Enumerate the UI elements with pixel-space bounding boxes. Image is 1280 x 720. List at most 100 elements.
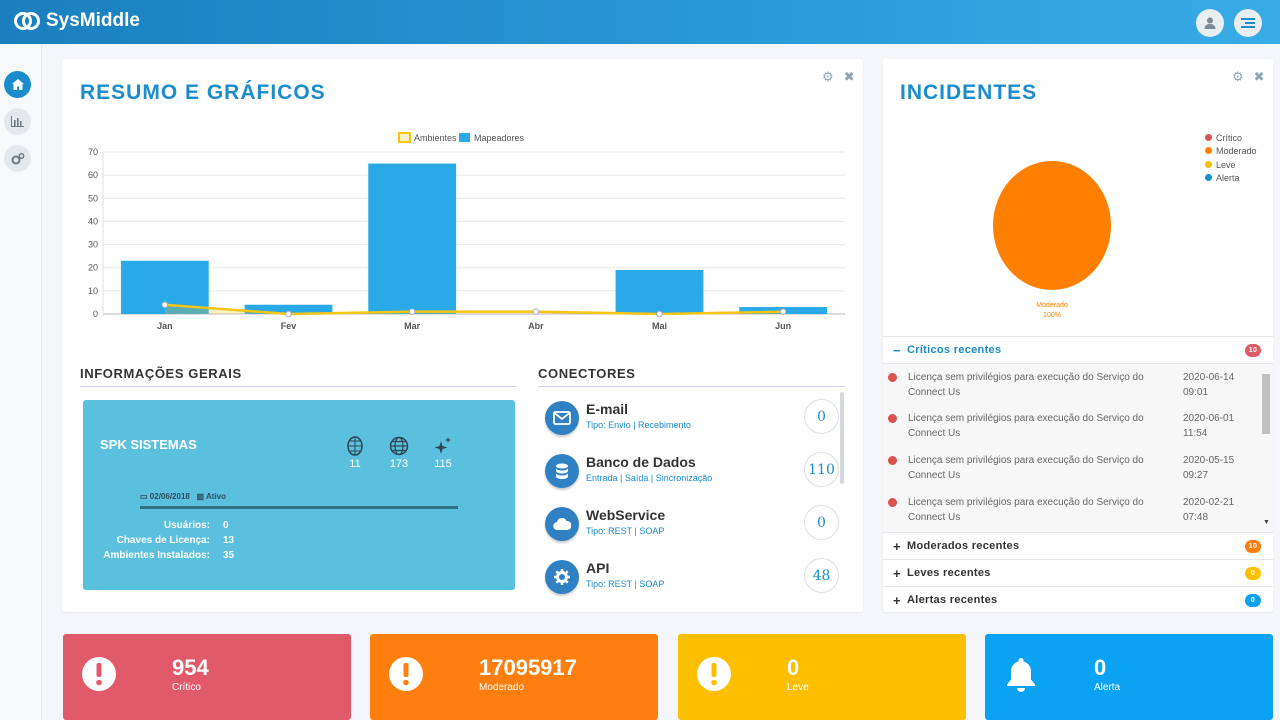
connector-type: Tipo: REST | SOAP: [586, 526, 665, 536]
alertas-recentes-header[interactable]: + Alertas recentes 0: [883, 586, 1273, 613]
globe-count: 173: [389, 458, 409, 470]
list-item[interactable]: Licença sem privilégios para execução do…: [888, 495, 1260, 529]
x-tick-label: Jan: [157, 321, 173, 331]
connector-api[interactable]: API Tipo: REST | SOAP 48: [545, 558, 840, 606]
incident-text: Licença sem privilégios para execução do…: [908, 413, 1144, 439]
list-item[interactable]: Licença sem privilégios para execução do…: [888, 370, 1260, 412]
connector-count: 110: [804, 452, 839, 487]
expand-icon: +: [893, 593, 901, 608]
bar-mai[interactable]: [615, 270, 704, 314]
stat-label: Leve: [787, 682, 809, 693]
close-icon[interactable]: ✖: [1254, 69, 1265, 85]
incident-text: Licença sem privilégios para execução do…: [908, 455, 1144, 481]
critical-dot: [888, 456, 897, 465]
incident-date: 2020-05-15: [1183, 455, 1235, 466]
alertas-badge: 0: [1245, 594, 1261, 607]
connector-type: Tipo: REST | SOAP: [586, 579, 665, 589]
brand-logo[interactable]: SysMiddle: [14, 10, 140, 32]
incident-datetime: 2020-05-15 09:27: [1183, 453, 1234, 483]
incident-date: 2020-02-21: [1183, 497, 1235, 508]
connector-webservice[interactable]: WebService Tipo: REST | SOAP 0: [545, 505, 840, 553]
incident-text: Licença sem privilégios para execução do…: [908, 497, 1144, 523]
connector-count: 0: [804, 399, 839, 434]
user-button[interactable]: [1196, 9, 1224, 37]
ambientes-point-mar[interactable]: [408, 308, 416, 315]
ambientes-point-mai[interactable]: [656, 310, 663, 318]
settings-gear-icon[interactable]: ⚙: [822, 69, 834, 85]
calendar-icon: ▭: [140, 492, 148, 501]
connector-name: E-mail: [586, 401, 629, 417]
legend-label: Leve: [1216, 159, 1236, 170]
scroll-down-arrow-icon[interactable]: ▼: [1263, 519, 1270, 526]
legend-label: Moderado: [1216, 146, 1257, 157]
connector-type: Tipo: Envio | Recebimento: [586, 420, 692, 430]
resumo-title: RESUMO E GRÁFICOS: [80, 81, 326, 104]
x-tick-label: Mar: [404, 321, 421, 331]
incidentes-pie-slice-moderado[interactable]: [993, 161, 1111, 290]
stat-card-critico[interactable]: 954 Crítico: [63, 634, 351, 720]
leves-recentes-header[interactable]: + Leves recentes 0: [883, 559, 1273, 586]
criticos-badge: 10: [1245, 344, 1261, 357]
x-tick-label: Abr: [528, 321, 544, 331]
connector-name: Banco de Dados: [586, 454, 696, 470]
envelope-icon: [545, 401, 579, 435]
database-icon: [545, 454, 579, 488]
connector-count: 0: [804, 505, 839, 540]
resumo-chart: Ambientes Mapeadores 0 10 20 30 40 50 60 70 Jan…: [88, 132, 845, 331]
stat-value: 17095917: [479, 655, 577, 680]
list-item[interactable]: Licença sem privilégios para execução do…: [888, 453, 1260, 495]
settings-gear-icon[interactable]: ⚙: [1232, 69, 1244, 85]
pie-label-percent: 100%: [1043, 312, 1061, 319]
connectors-section-title: CONECTORES: [538, 366, 845, 387]
exclamation-icon: [389, 657, 423, 691]
critical-dot: [888, 414, 897, 423]
stat-card-alerta[interactable]: 0 Alerta: [985, 634, 1273, 720]
environments-value: 35: [223, 550, 235, 561]
building-icon: [335, 436, 375, 458]
ambientes-point-jan[interactable]: [161, 301, 169, 309]
y-tick-label: 10: [88, 286, 98, 296]
list-item[interactable]: Licença sem privilégios para execução do…: [888, 411, 1260, 453]
sparkles-icon: [423, 436, 463, 458]
connector-email[interactable]: E-mail Tipo: Envio | Recebimento 0: [545, 399, 840, 447]
legend-label: Crítico: [1216, 133, 1243, 143]
leves-label: Leves recentes: [907, 567, 991, 579]
company-date: 02/06/2018: [149, 492, 190, 501]
sidebar-item-reports[interactable]: [4, 108, 31, 135]
stat-value: 0: [787, 655, 800, 680]
sidebar-item-settings[interactable]: [4, 145, 31, 172]
stat-value: 0: [1094, 655, 1107, 680]
criticos-scrollbar-thumb[interactable]: [1262, 374, 1270, 434]
globe-icon: [379, 436, 419, 458]
close-icon[interactable]: ✖: [844, 69, 855, 85]
stat-card-moderado[interactable]: 17095917 Moderado: [370, 634, 658, 720]
pie-label-name: Moderado: [1036, 302, 1068, 309]
y-tick-label: 0: [93, 309, 98, 319]
criticos-label: Críticos recentes: [907, 344, 1002, 356]
connector-database[interactable]: Banco de Dados Entrada | Saída | Sincron…: [545, 452, 840, 500]
stat-card-leve[interactable]: 0 Leve: [678, 634, 966, 720]
incident-time: 09:27: [1183, 470, 1209, 481]
leves-badge: 0: [1245, 567, 1261, 580]
moderados-recentes-header[interactable]: + Moderados recentes 10: [883, 532, 1273, 559]
ambientes-point-abr[interactable]: [532, 308, 540, 315]
legend-label: Alerta: [1216, 172, 1240, 183]
legend-label-mapeadores: Mapeadores: [474, 133, 525, 143]
legend-item-critico: Crítico: [1205, 132, 1257, 145]
criticos-recentes-header[interactable]: − Críticos recentes 10: [883, 336, 1273, 363]
sidebar-item-home[interactable]: [4, 71, 31, 98]
connector-name: API: [586, 560, 610, 576]
exclamation-icon: [82, 657, 116, 691]
menu-toggle-button[interactable]: [1234, 9, 1262, 37]
incidentes-title: INCIDENTES: [900, 81, 1038, 104]
ambientes-point-jun[interactable]: [779, 308, 787, 315]
ambientes-point-fev[interactable]: [285, 310, 292, 318]
connectors-scrollbar[interactable]: [840, 392, 844, 484]
y-tick-label: 50: [88, 193, 98, 203]
incident-time: 11:54: [1183, 428, 1208, 439]
y-tick-label: 40: [88, 216, 98, 226]
connector-count: 48: [804, 558, 839, 593]
license-keys-label: Chaves de Licença:: [116, 535, 210, 546]
incident-time: 07:48: [1183, 512, 1209, 523]
bar-mar[interactable]: [368, 163, 457, 314]
